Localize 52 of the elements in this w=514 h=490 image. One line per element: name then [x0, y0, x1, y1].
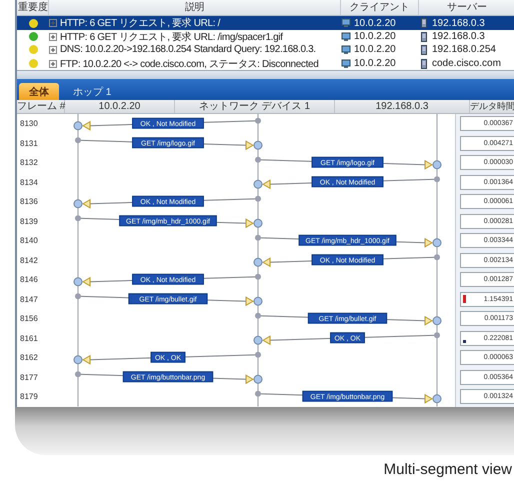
client-address: 10.0.2.20 [354, 31, 396, 42]
client-address: 10.0.2.20 [354, 18, 396, 28]
column-header[interactable]: フレーム # [17, 100, 65, 113]
column-header[interactable]: 説明 [49, 0, 341, 15]
event-description: HTTP: 6 GET リクエスト, 要求 URL: /img/spacer1.gif [60, 30, 283, 44]
frame-number: 8131 [19, 138, 39, 150]
frame-number: 8179 [19, 391, 39, 403]
column-header[interactable]: デルタ時間 [470, 100, 514, 113]
caption: Multi-segment view [384, 460, 513, 478]
frame-number: 8142 [19, 254, 39, 266]
server-address: 192.168.0.3 [432, 18, 485, 28]
frame-number: 8130 [19, 118, 39, 130]
computer-icon [341, 32, 351, 42]
event-description: HTTP: 6 GET リクエスト, 要求 URL: / [60, 16, 220, 30]
frame-number: 8134 [19, 176, 39, 188]
computer-icon [341, 18, 351, 28]
server-icon [419, 44, 429, 55]
tab[interactable]: ホップ 1 [63, 83, 122, 100]
frame-number: 8140 [19, 235, 39, 247]
column-header[interactable]: クライアント [341, 0, 419, 15]
event-row[interactable]: HTTP: 6 GET リクエスト, 要求 URL: / 10.0.2.20 192.168.0.3 [17, 16, 514, 30]
event-row[interactable]: HTTP: 6 GET リクエスト, 要求 URL: /img/spacer1.gif 10.0.2.20 192.168.0.3 [17, 30, 514, 43]
event-description: DNS: 10.0.2.20->192.168.0.254 Standard Query: 192.168.0.3. [60, 44, 316, 56]
frame-number: 8177 [19, 372, 39, 384]
server-icon [419, 32, 429, 42]
server-icon [419, 18, 429, 28]
column-header[interactable]: ネットワーク デバイス 1 [175, 100, 335, 113]
frame-number: 8139 [19, 216, 39, 228]
server-icon [419, 58, 429, 68]
computer-icon [341, 58, 351, 68]
tab[interactable]: 全体 [19, 83, 59, 100]
server-address: 192.168.0.3 [432, 31, 485, 42]
frame-number: 8156 [19, 313, 39, 325]
frame-number: 8161 [19, 332, 39, 344]
column-header[interactable]: 192.168.0.3 [335, 100, 470, 113]
server-address: 192.168.0.254 [432, 44, 496, 56]
event-description: FTP: 10.0.2.20 <-> code.cisco.com, ステータス: Disconnected [60, 58, 318, 70]
frame-number: 8162 [19, 352, 39, 364]
expand-icon[interactable] [49, 32, 57, 40]
frame-number: 8132 [19, 157, 39, 169]
column-header[interactable]: サーバー [419, 0, 514, 15]
column-header[interactable]: 10.0.2.20 [65, 100, 175, 113]
expand-icon[interactable] [49, 46, 57, 54]
client-address: 10.0.2.20 [354, 58, 396, 69]
client-address: 10.0.2.20 [354, 44, 396, 56]
expand-icon[interactable] [49, 60, 57, 68]
column-header[interactable]: 重要度 [17, 0, 49, 15]
frame-number: 8146 [19, 274, 39, 286]
server-address: code.cisco.com [432, 58, 501, 69]
frame-number: 8136 [19, 196, 39, 208]
frame-number: 8147 [19, 294, 39, 306]
computer-icon [341, 44, 351, 55]
